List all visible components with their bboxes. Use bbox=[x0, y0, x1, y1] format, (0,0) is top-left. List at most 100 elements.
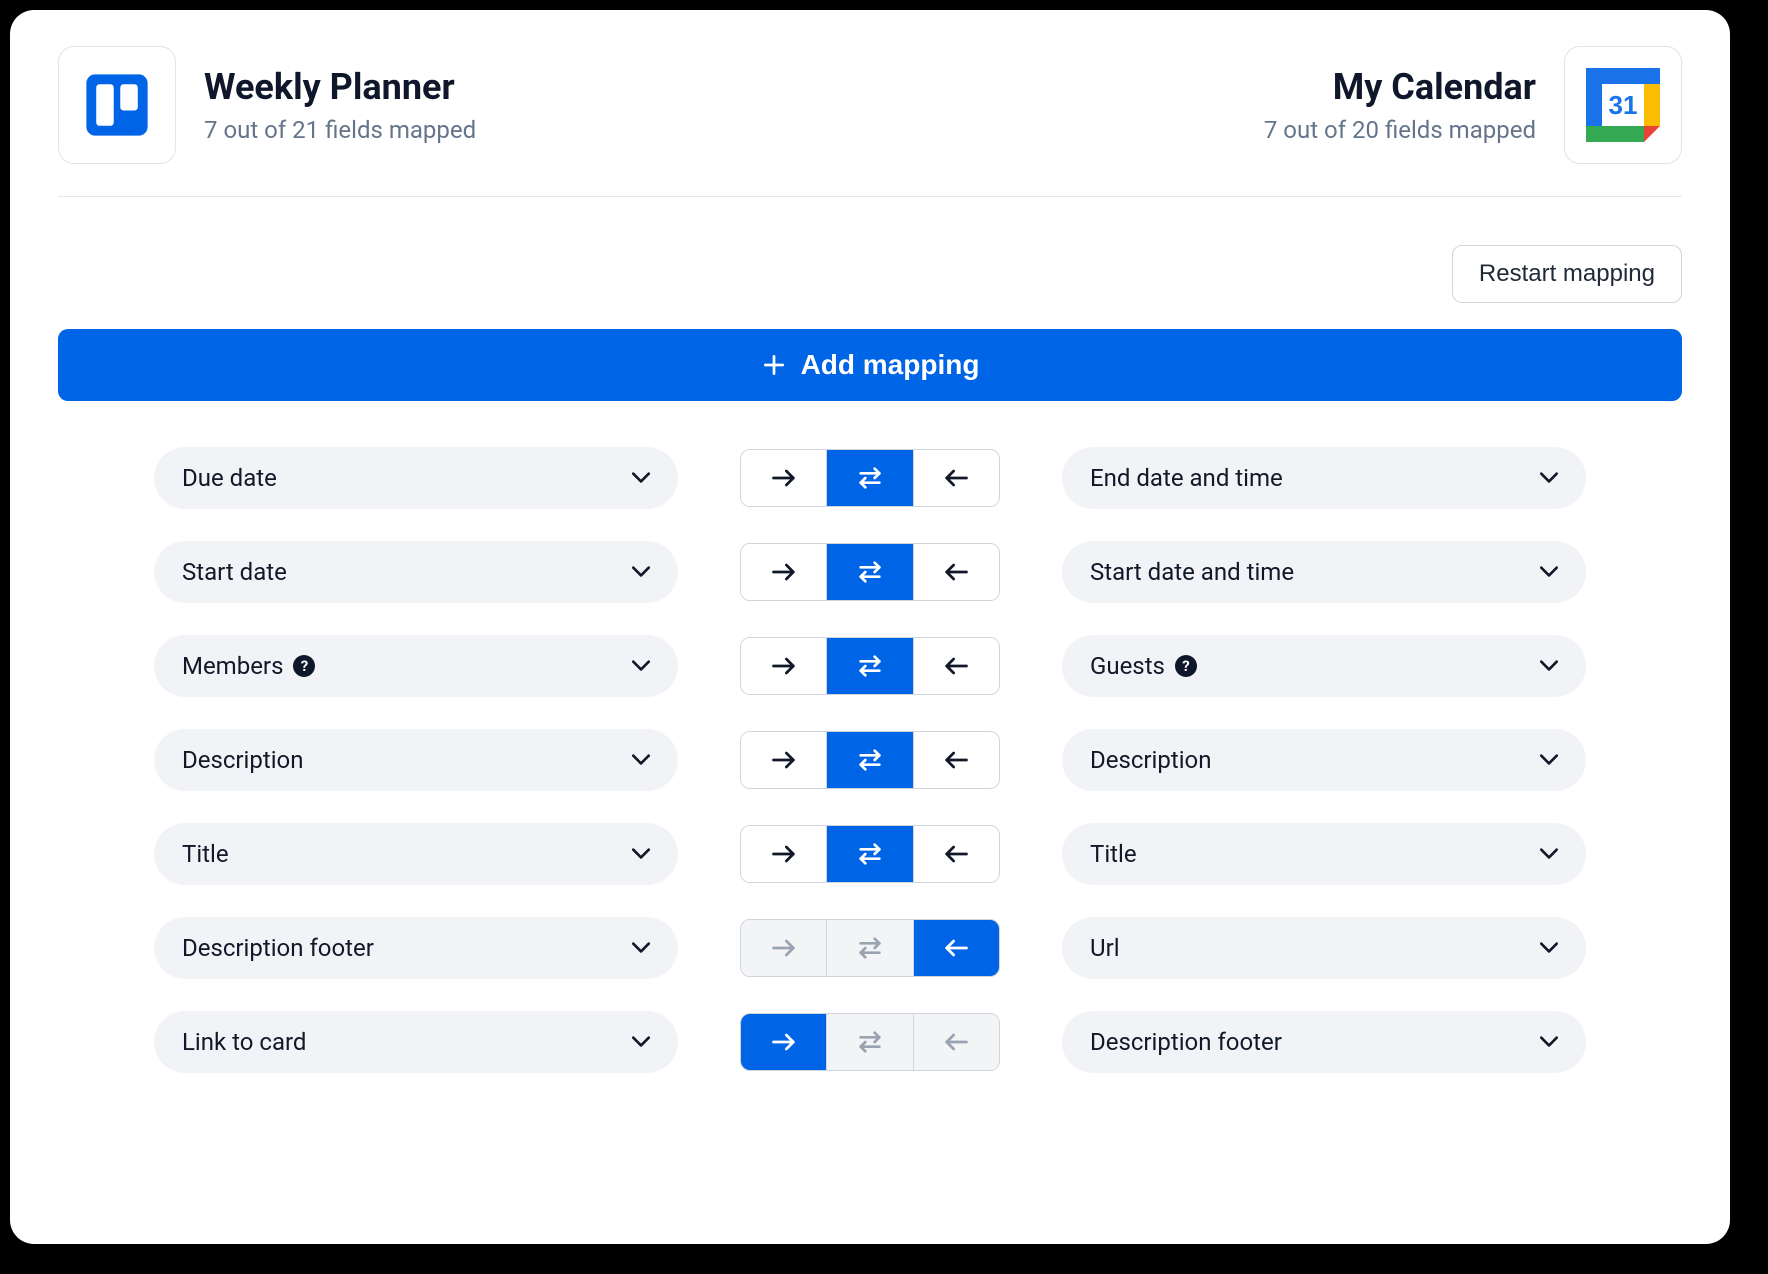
direction-right-button[interactable] bbox=[741, 920, 827, 976]
direction-both-button[interactable] bbox=[827, 638, 913, 694]
left-app-title: Weekly Planner bbox=[204, 66, 476, 108]
right-field-label: Description bbox=[1090, 746, 1212, 774]
chevron-down-icon bbox=[630, 939, 652, 958]
direction-right-button[interactable] bbox=[741, 732, 827, 788]
mapping-rows: Due dateEnd date and timeStart dateStart… bbox=[58, 447, 1682, 1073]
help-icon[interactable]: ? bbox=[1175, 655, 1197, 677]
left-field-label: Start date bbox=[182, 558, 287, 586]
plus-icon bbox=[761, 352, 787, 378]
direction-toggle bbox=[740, 919, 1000, 977]
mapping-row: Due date End date and time bbox=[154, 447, 1586, 509]
right-field-label: Description footer bbox=[1090, 1028, 1282, 1056]
chevron-down-icon bbox=[1538, 563, 1560, 582]
add-mapping-label: Add mapping bbox=[801, 349, 980, 381]
chevron-down-icon bbox=[1538, 751, 1560, 770]
right-field-select[interactable]: Title bbox=[1062, 823, 1586, 885]
right-app-subtitle: 7 out of 20 fields mapped bbox=[1264, 116, 1536, 144]
left-field-select[interactable]: Start date bbox=[154, 541, 678, 603]
left-app-titles: Weekly Planner 7 out of 21 fields mapped bbox=[204, 66, 476, 144]
direction-left-button[interactable] bbox=[914, 1014, 999, 1070]
direction-toggle bbox=[740, 1013, 1000, 1071]
direction-left-button[interactable] bbox=[914, 638, 999, 694]
chevron-down-icon bbox=[630, 563, 652, 582]
right-field-label: Title bbox=[1090, 840, 1137, 868]
direction-left-button[interactable] bbox=[914, 732, 999, 788]
left-field-select[interactable]: Link to card bbox=[154, 1011, 678, 1073]
right-app-title: My Calendar bbox=[1264, 66, 1536, 108]
direction-toggle bbox=[740, 731, 1000, 789]
right-field-select[interactable]: Url bbox=[1062, 917, 1586, 979]
chevron-down-icon bbox=[630, 751, 652, 770]
chevron-down-icon bbox=[630, 845, 652, 864]
chevron-down-icon bbox=[1538, 939, 1560, 958]
direction-left-button[interactable] bbox=[914, 826, 999, 882]
direction-left-button[interactable] bbox=[914, 450, 999, 506]
restart-mapping-button[interactable]: Restart mapping bbox=[1452, 245, 1682, 303]
left-field-label: Members? bbox=[182, 652, 315, 680]
direction-toggle bbox=[740, 637, 1000, 695]
mapping-row: Description footer Url bbox=[154, 917, 1586, 979]
chevron-down-icon bbox=[630, 1033, 652, 1052]
left-app-subtitle: 7 out of 21 fields mapped bbox=[204, 116, 476, 144]
direction-left-button[interactable] bbox=[914, 920, 999, 976]
right-field-select[interactable]: Description footer bbox=[1062, 1011, 1586, 1073]
left-app-icon-box bbox=[58, 46, 176, 164]
right-field-label: Url bbox=[1090, 934, 1120, 962]
chevron-down-icon bbox=[1538, 469, 1560, 488]
chevron-down-icon bbox=[1538, 1033, 1560, 1052]
chevron-down-icon bbox=[630, 657, 652, 676]
right-app-icon-box: 31 bbox=[1564, 46, 1682, 164]
right-field-label: End date and time bbox=[1090, 464, 1283, 492]
right-field-select[interactable]: End date and time bbox=[1062, 447, 1586, 509]
chevron-down-icon bbox=[1538, 657, 1560, 676]
right-field-label: Guests? bbox=[1090, 652, 1197, 680]
direction-right-button[interactable] bbox=[741, 1014, 827, 1070]
right-app-titles: My Calendar 7 out of 20 fields mapped bbox=[1264, 66, 1536, 144]
left-field-label: Title bbox=[182, 840, 229, 868]
add-mapping-button[interactable]: Add mapping bbox=[58, 329, 1682, 401]
right-field-select[interactable]: Start date and time bbox=[1062, 541, 1586, 603]
direction-both-button[interactable] bbox=[827, 826, 913, 882]
direction-left-button[interactable] bbox=[914, 544, 999, 600]
left-field-label: Description bbox=[182, 746, 304, 774]
left-field-label: Due date bbox=[182, 464, 277, 492]
trello-icon bbox=[82, 70, 152, 140]
direction-both-button[interactable] bbox=[827, 920, 913, 976]
direction-right-button[interactable] bbox=[741, 450, 827, 506]
mapping-row: Link to card Description footer bbox=[154, 1011, 1586, 1073]
direction-right-button[interactable] bbox=[741, 826, 827, 882]
left-field-label: Link to card bbox=[182, 1028, 306, 1056]
right-field-select[interactable]: Description bbox=[1062, 729, 1586, 791]
left-field-select[interactable]: Due date bbox=[154, 447, 678, 509]
mapping-row: Description Description bbox=[154, 729, 1586, 791]
direction-toggle bbox=[740, 825, 1000, 883]
direction-both-button[interactable] bbox=[827, 732, 913, 788]
direction-both-button[interactable] bbox=[827, 544, 913, 600]
direction-right-button[interactable] bbox=[741, 638, 827, 694]
direction-both-button[interactable] bbox=[827, 1014, 913, 1070]
mapping-row: Members? Guests? bbox=[154, 635, 1586, 697]
toolbar: Restart mapping bbox=[58, 245, 1682, 303]
chevron-down-icon bbox=[1538, 845, 1560, 864]
right-app-block: 31 My Calendar 7 out of 20 fields mapped bbox=[1264, 46, 1682, 164]
chevron-down-icon bbox=[630, 469, 652, 488]
left-field-select[interactable]: Description footer bbox=[154, 917, 678, 979]
mapping-row: Start date Start date and time bbox=[154, 541, 1586, 603]
left-app-block: Weekly Planner 7 out of 21 fields mapped bbox=[58, 46, 476, 164]
left-field-select[interactable]: Title bbox=[154, 823, 678, 885]
direction-both-button[interactable] bbox=[827, 450, 913, 506]
mapping-panel: Weekly Planner 7 out of 21 fields mapped… bbox=[10, 10, 1730, 1244]
left-field-select[interactable]: Description bbox=[154, 729, 678, 791]
right-field-select[interactable]: Guests? bbox=[1062, 635, 1586, 697]
mapping-row: Title Title bbox=[154, 823, 1586, 885]
right-field-label: Start date and time bbox=[1090, 558, 1294, 586]
help-icon[interactable]: ? bbox=[293, 655, 315, 677]
left-field-select[interactable]: Members? bbox=[154, 635, 678, 697]
direction-toggle bbox=[740, 543, 1000, 601]
header: Weekly Planner 7 out of 21 fields mapped… bbox=[58, 46, 1682, 197]
direction-toggle bbox=[740, 449, 1000, 507]
google-calendar-icon: 31 bbox=[1580, 62, 1666, 148]
direction-right-button[interactable] bbox=[741, 544, 827, 600]
calendar-day-number: 31 bbox=[1609, 90, 1638, 120]
left-field-label: Description footer bbox=[182, 934, 374, 962]
